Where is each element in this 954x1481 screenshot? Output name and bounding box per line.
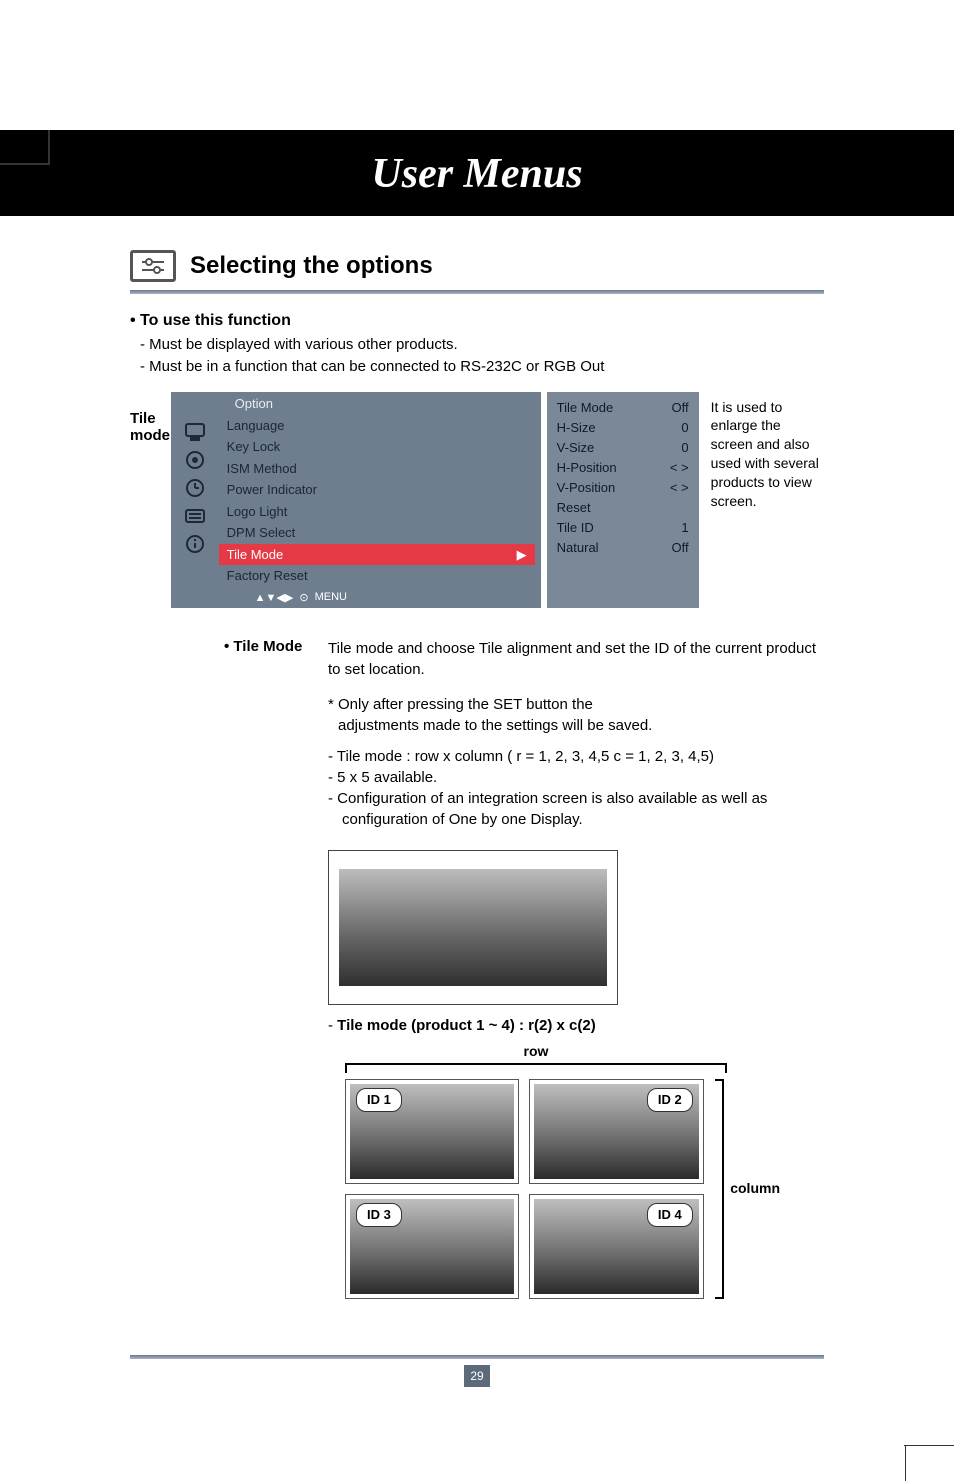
arrow-right-icon: ▶ (517, 545, 527, 565)
osd-sub-label: Natural (557, 538, 599, 558)
formula-bold: Tile mode (product 1 ~ 4) : r(2) x c(2) (337, 1017, 596, 1034)
osd-item[interactable]: Language (219, 415, 535, 437)
osd-sub-value: 0 (681, 438, 688, 458)
subheading-title: Selecting the options (190, 252, 433, 280)
row-label: row (340, 1042, 732, 1062)
divider (130, 290, 824, 294)
crop-mark (0, 163, 50, 165)
osd-sub-label: Reset (557, 498, 591, 518)
osd-sub-label: H-Position (557, 458, 617, 478)
osd-header: Option (171, 392, 541, 415)
osd-icon-rail (171, 415, 219, 587)
formula-dash: - (328, 1017, 337, 1034)
osd-sub-value: < > (670, 458, 689, 478)
osd-submenu: Tile Mode Off H-Size 0 V-Size 0 H-Position <… (547, 392, 699, 608)
crop-mark (904, 1445, 954, 1447)
osd-sub-row[interactable]: Tile Mode Off (557, 398, 689, 418)
tile-desc-l3: - Configuration of an integration screen… (328, 788, 824, 809)
osd-sub-value: 1 (681, 518, 688, 538)
tile-desc-p2b: adjustments made to the settings will be… (328, 715, 824, 736)
tile-id-badge: ID 2 (647, 1088, 693, 1112)
requirements-list: - Must be displayed with various other p… (130, 334, 824, 378)
target-icon (180, 449, 210, 471)
row-bracket (345, 1063, 727, 1073)
side-description: It is used to enlarge the screen and als… (699, 392, 824, 608)
col-label: column (724, 1179, 780, 1199)
page-number: 29 (464, 1365, 490, 1387)
tile-cell: ID 4 (529, 1194, 703, 1299)
monitor-icon (180, 421, 210, 443)
requirement-line: - Must be in a function that can be conn… (140, 356, 824, 378)
sliders-icon (180, 505, 210, 527)
osd-sub-value: Off (672, 398, 689, 418)
osd-footer: ▲▼◀▶ ⊙ MENU (171, 587, 541, 604)
tile-desc-p1: Tile mode and choose Tile alignment and … (328, 638, 824, 680)
divider (130, 1355, 824, 1359)
osd-item[interactable]: ISM Method (219, 458, 535, 480)
tile-desc-p2a: * Only after pressing the SET button the (328, 694, 824, 715)
tile-grid-diagram: row ID 1 ID 2 ID 3 ID 4 column (340, 1042, 780, 1306)
crop-mark (905, 1445, 907, 1481)
tile-cell: ID 3 (345, 1194, 519, 1299)
osd-menu: Option Language Key Lock ISM Method Powe… (171, 392, 541, 608)
osd-sub-row[interactable]: V-Size 0 (557, 438, 689, 458)
tile-mode-label: Tile mode (130, 392, 171, 608)
tile-cell: ID 2 (529, 1079, 703, 1184)
banner-title: User Menus (0, 150, 954, 198)
osd-item[interactable]: Power Indicator (219, 479, 535, 501)
osd-sub-value: 0 (681, 418, 688, 438)
sample-image (339, 869, 607, 986)
tile-id-badge: ID 4 (647, 1203, 693, 1227)
tile-id-badge: ID 3 (356, 1203, 402, 1227)
page-banner: User Menus (0, 130, 954, 216)
osd-sub-row[interactable]: H-Position < > (557, 458, 689, 478)
subheading-row: Selecting the options (130, 250, 824, 282)
nav-arrows-icon: ▲▼◀▶ (255, 591, 294, 604)
use-function-heading: • To use this function (130, 312, 824, 330)
tile-id-badge: ID 1 (356, 1088, 402, 1112)
info-icon (180, 533, 210, 555)
enter-icon: ⊙ (299, 591, 308, 604)
osd-item-active[interactable]: Tile Mode ▶ (219, 544, 535, 566)
osd-sub-row[interactable]: Natural Off (557, 538, 689, 558)
osd-sub-value: < > (670, 478, 689, 498)
osd-item-list: Language Key Lock ISM Method Power Indic… (219, 415, 541, 587)
osd-sub-row[interactable]: H-Size 0 (557, 418, 689, 438)
osd-sub-row[interactable]: Tile ID 1 (557, 518, 689, 538)
tile-desc-l1: - Tile mode : row x column ( r = 1, 2, 3… (328, 746, 824, 767)
osd-sub-row[interactable]: V-Position < > (557, 478, 689, 498)
osd-item[interactable]: DPM Select (219, 522, 535, 544)
tile-grid: ID 1 ID 2 ID 3 ID 4 (340, 1073, 709, 1305)
osd-sub-label: H-Size (557, 418, 596, 438)
tile-mode-description: • Tile Mode Tile mode and choose Tile al… (130, 638, 824, 1306)
tile-desc-l3b: configuration of One by one Display. (328, 809, 824, 830)
osd-footer-menu: MENU (315, 591, 347, 603)
requirement-line: - Must be displayed with various other p… (140, 334, 824, 356)
sliders-icon (130, 250, 176, 282)
osd-sub-row[interactable]: Reset (557, 498, 689, 518)
single-image-frame (328, 850, 618, 1005)
osd-sub-label: Tile Mode (557, 398, 614, 418)
osd-item[interactable]: Key Lock (219, 436, 535, 458)
osd-item[interactable]: Logo Light (219, 501, 535, 523)
osd-sub-label: V-Size (557, 438, 595, 458)
tile-desc-l2: - 5 x 5 available. (328, 767, 824, 788)
tile-cell: ID 1 (345, 1079, 519, 1184)
clock-icon (180, 477, 210, 499)
osd-sub-label: V-Position (557, 478, 616, 498)
osd-sub-value: Off (672, 538, 689, 558)
osd-item-label: Tile Mode (227, 545, 284, 565)
osd-item[interactable]: Factory Reset (219, 565, 535, 587)
tile-formula: - Tile mode (product 1 ~ 4) : r(2) x c(2… (328, 1015, 824, 1036)
osd-sub-label: Tile ID (557, 518, 594, 538)
tile-mode-bullet: • Tile Mode (224, 638, 314, 1306)
crop-mark (48, 130, 50, 164)
col-bracket (715, 1079, 725, 1299)
